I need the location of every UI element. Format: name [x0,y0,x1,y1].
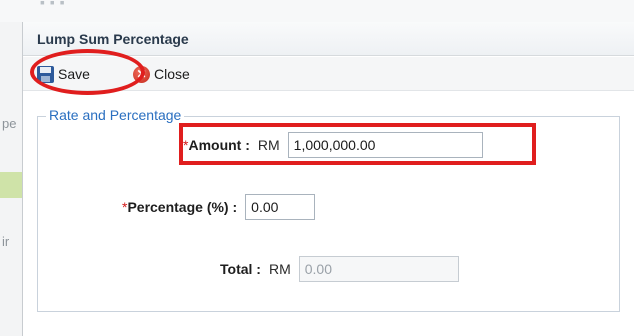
amount-currency: RM [257,137,280,153]
percentage-row: *Percentage (%) : 0.00 [122,191,316,223]
dialog-title: Lump Sum Percentage [37,31,189,47]
background-fragment: ir [2,234,10,249]
close-button-label: Close [154,66,190,82]
fieldset-legend: Rate and Percentage [46,107,185,123]
amount-input[interactable]: 1,000,000.00 [287,132,483,158]
background-fragment: pe [2,116,17,131]
total-row: Total : RM 0.00 [220,253,459,285]
amount-row: *Amount : RM 1,000,000.00 [183,129,483,161]
rate-percentage-fieldset: Rate and Percentage *Amount : RM 1,000,0… [37,107,620,312]
background-page-header: ▪ ▪ ▪ [0,0,634,22]
amount-label: *Amount : [183,137,250,153]
total-label: Total : [220,261,261,277]
lump-sum-dialog: Lump Sum Percentage Save ✕ Close Rate an… [22,22,634,336]
background-page-left: pe ir [0,22,22,336]
annotation-ellipse [30,49,145,95]
percentage-input[interactable]: 0.00 [245,194,316,220]
background-ghost-text: ▪ ▪ ▪ [40,0,66,10]
total-currency: RM [268,261,291,277]
total-input: 0.00 [298,256,459,282]
background-green-bar [0,172,22,198]
percentage-label: *Percentage (%) : [122,199,238,215]
